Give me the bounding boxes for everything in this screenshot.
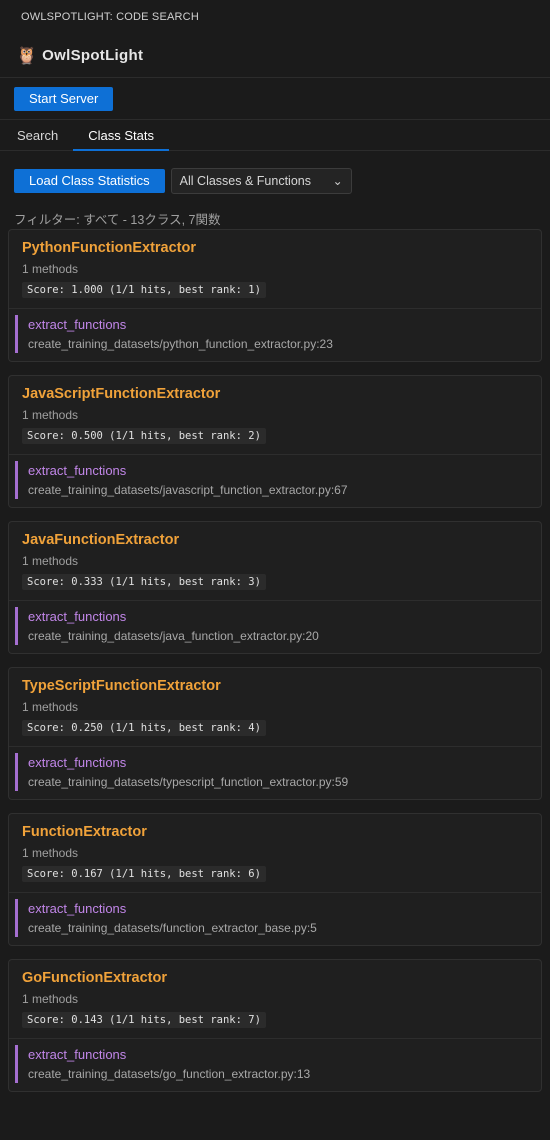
tab-search[interactable]: Search <box>2 120 73 150</box>
stats-controls: Load Class Statistics All Classes & Func… <box>0 151 550 199</box>
class-name[interactable]: JavaScriptFunctionExtractor <box>22 386 528 402</box>
method-name: extract_functions <box>28 609 127 624</box>
method-name: extract_functions <box>28 463 127 478</box>
method-item[interactable]: extract_functions create_training_datase… <box>15 899 533 937</box>
class-name[interactable]: TypeScriptFunctionExtractor <box>22 678 528 694</box>
score-badge: Score: 1.000 (1/1 hits, best rank: 1) <box>22 282 266 298</box>
method-name: extract_functions <box>28 317 127 332</box>
class-name[interactable]: PythonFunctionExtractor <box>22 240 528 256</box>
class-name[interactable]: JavaFunctionExtractor <box>22 532 528 548</box>
method-item[interactable]: extract_functions create_training_datase… <box>15 315 533 353</box>
filter-summary: フィルター: すべて - 13クラス, 7関数 <box>14 213 221 227</box>
method-path: create_training_datasets/javascript_func… <box>28 483 348 497</box>
class-card: JavaFunctionExtractor 1 methods Score: 0… <box>8 521 542 654</box>
class-list: PythonFunctionExtractor 1 methods Score:… <box>0 229 550 1092</box>
method-path: create_training_datasets/go_function_ext… <box>28 1067 311 1081</box>
class-card-header: FunctionExtractor 1 methods Score: 0.167… <box>9 814 541 893</box>
method-name: extract_functions <box>28 901 127 916</box>
method-path: create_training_datasets/java_function_e… <box>28 629 319 643</box>
tab-class-stats[interactable]: Class Stats <box>73 120 169 151</box>
owl-icon: 🦉 <box>16 46 38 65</box>
class-card-header: TypeScriptFunctionExtractor 1 methods Sc… <box>9 668 541 747</box>
brand-header: 🦉 OwlSpotLight <box>0 34 550 78</box>
method-count: 1 methods <box>22 554 79 568</box>
class-card: FunctionExtractor 1 methods Score: 0.167… <box>8 813 542 946</box>
method-count: 1 methods <box>22 262 79 276</box>
method-item[interactable]: extract_functions create_training_datase… <box>15 1045 533 1083</box>
method-item[interactable]: extract_functions create_training_datase… <box>15 753 533 791</box>
score-badge: Score: 0.250 (1/1 hits, best rank: 4) <box>22 720 266 736</box>
class-card: TypeScriptFunctionExtractor 1 methods Sc… <box>8 667 542 800</box>
class-name[interactable]: FunctionExtractor <box>22 824 528 840</box>
method-count: 1 methods <box>22 846 79 860</box>
class-card-header: JavaFunctionExtractor 1 methods Score: 0… <box>9 522 541 601</box>
class-card: GoFunctionExtractor 1 methods Score: 0.1… <box>8 959 542 1092</box>
score-badge: Score: 0.167 (1/1 hits, best rank: 6) <box>22 866 266 882</box>
class-card: PythonFunctionExtractor 1 methods Score:… <box>8 229 542 362</box>
class-card-header: PythonFunctionExtractor 1 methods Score:… <box>9 230 541 309</box>
chevron-down-icon: ⌄ <box>332 173 343 188</box>
class-card-header: JavaScriptFunctionExtractor 1 methods Sc… <box>9 376 541 455</box>
start-server-button[interactable]: Start Server <box>14 86 114 111</box>
method-item[interactable]: extract_functions create_training_datase… <box>15 461 533 499</box>
score-badge: Score: 0.500 (1/1 hits, best rank: 2) <box>22 428 266 444</box>
view-title: OWLSPOTLIGHT: CODE SEARCH <box>21 11 199 23</box>
load-class-statistics-button[interactable]: Load Class Statistics <box>14 168 165 193</box>
method-count: 1 methods <box>22 992 79 1006</box>
filter-select[interactable]: All Classes & Functions ⌄ <box>170 167 352 194</box>
method-name: extract_functions <box>28 755 127 770</box>
class-card: JavaScriptFunctionExtractor 1 methods Sc… <box>8 375 542 508</box>
class-card-header: GoFunctionExtractor 1 methods Score: 0.1… <box>9 960 541 1039</box>
score-badge: Score: 0.143 (1/1 hits, best rank: 7) <box>22 1012 266 1028</box>
filter-select-value: All Classes & Functions <box>179 173 311 188</box>
score-badge: Score: 0.333 (1/1 hits, best rank: 3) <box>22 574 266 590</box>
method-path: create_training_datasets/typescript_func… <box>28 775 349 789</box>
server-controls: Start Server <box>0 78 550 120</box>
method-item[interactable]: extract_functions create_training_datase… <box>15 607 533 645</box>
method-name: extract_functions <box>28 1047 127 1062</box>
method-count: 1 methods <box>22 408 79 422</box>
tab-bar: Search Class Stats <box>0 120 550 151</box>
class-name[interactable]: GoFunctionExtractor <box>22 970 528 986</box>
method-path: create_training_datasets/python_function… <box>28 337 333 351</box>
brand-name: OwlSpotLight <box>42 47 144 64</box>
method-count: 1 methods <box>22 700 79 714</box>
method-path: create_training_datasets/function_extrac… <box>28 921 317 935</box>
